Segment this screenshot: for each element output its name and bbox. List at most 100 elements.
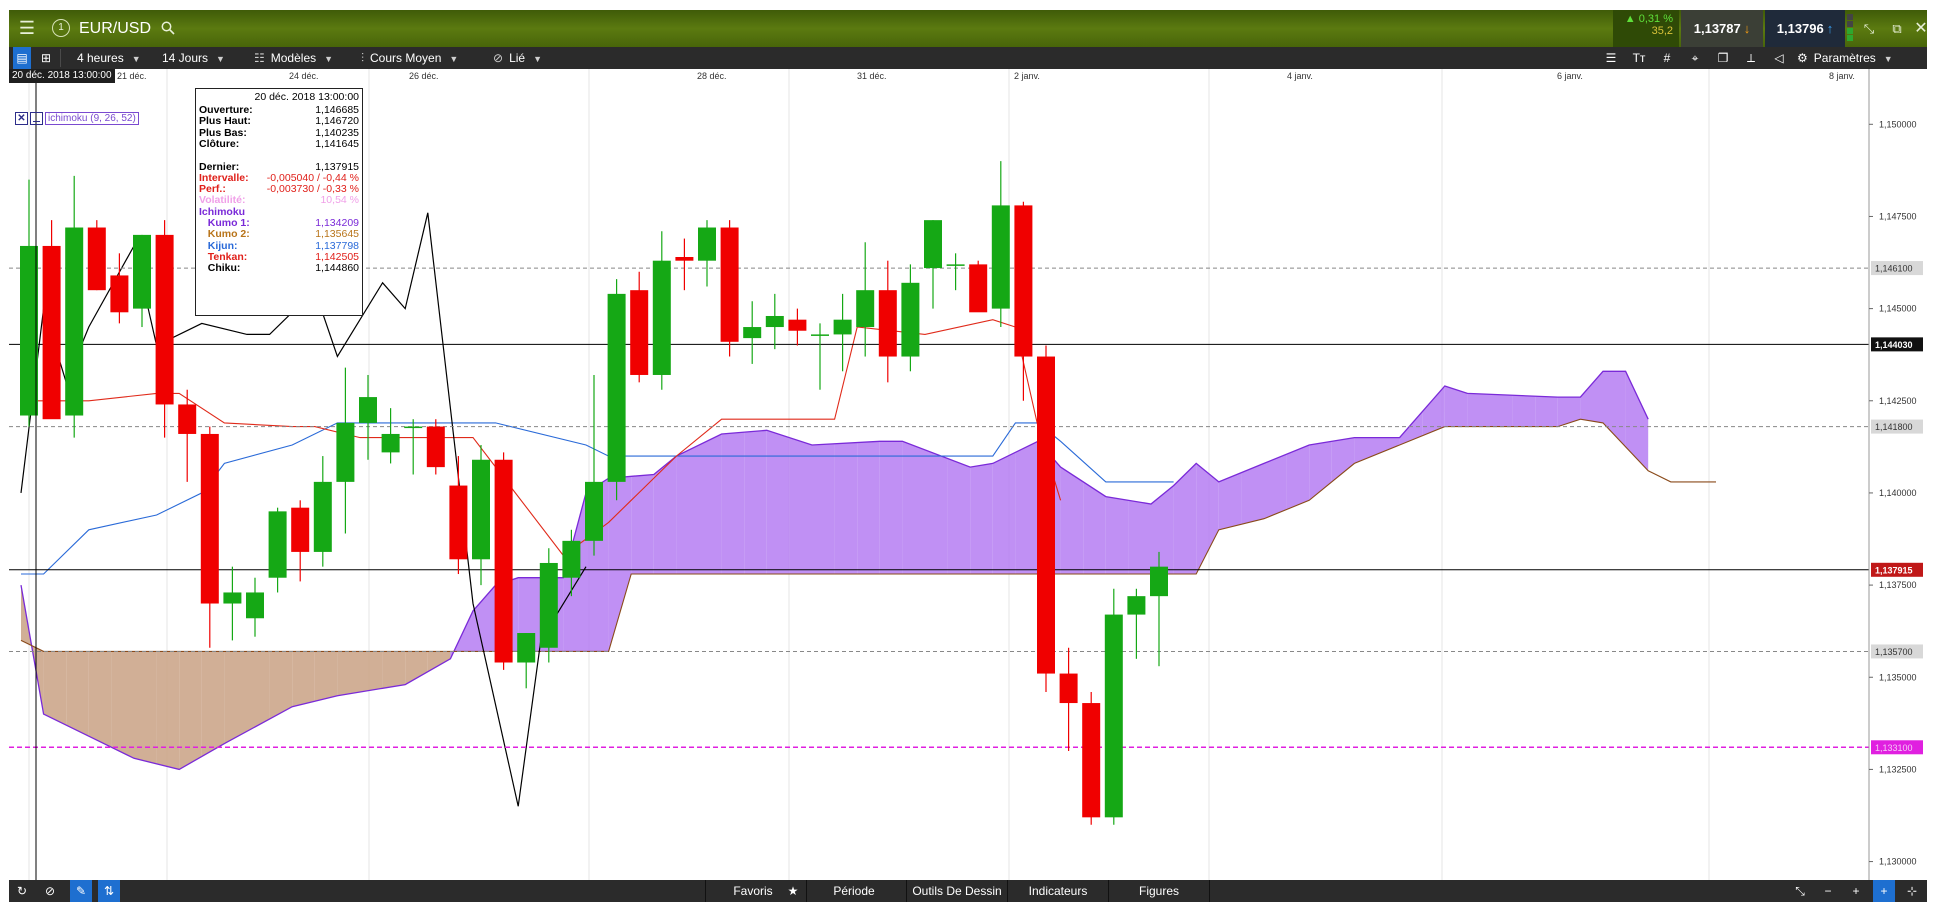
infobox-row-label: Kumo 2: xyxy=(199,228,250,241)
cloud-segment xyxy=(834,442,858,575)
candle-body xyxy=(969,264,988,313)
period-select[interactable]: 14 Jours ▼ xyxy=(162,47,225,69)
cloud-segment xyxy=(111,651,134,759)
price-tick-label: 1,145000 xyxy=(1879,304,1917,314)
infobox-row-label: Ouverture: xyxy=(199,104,253,116)
hamburger-menu-icon[interactable]: ☰ xyxy=(13,10,41,47)
sort-icon[interactable]: ⇅ xyxy=(98,880,120,902)
time-tick-label: 6 janv. xyxy=(1557,71,1583,81)
infobox-row-label: Tenkan: xyxy=(199,250,248,263)
candle-body xyxy=(246,592,264,619)
list-view-icon[interactable]: ▤ xyxy=(13,47,31,69)
cloud-segment xyxy=(812,443,835,575)
cloud-segment xyxy=(1490,394,1513,427)
layout-number-badge[interactable]: 1 xyxy=(52,19,70,37)
chart-type-select[interactable]: ⫶ Cours Moyen ▼ xyxy=(361,47,458,69)
settings-label: Paramètres xyxy=(1813,51,1876,65)
templates-select[interactable]: ☷ Modèles ▼ xyxy=(254,47,333,69)
candle-body xyxy=(155,234,174,405)
candle-body xyxy=(1014,205,1033,357)
cloud-segment xyxy=(1286,445,1310,510)
cloud-segment xyxy=(66,651,89,737)
refresh-icon[interactable]: ↻ xyxy=(11,880,33,902)
candle-body xyxy=(1059,673,1078,704)
candle-body xyxy=(449,485,468,560)
indicator-name[interactable]: ichimoku (9, 26, 52) xyxy=(45,112,139,125)
infobox-row-value: 1,144860 xyxy=(315,262,359,275)
text-size-icon[interactable]: Tт xyxy=(1629,47,1649,69)
cloud-segment xyxy=(676,445,699,575)
star-icon[interactable]: ★ xyxy=(782,880,804,902)
clear-icon[interactable]: ⊘ xyxy=(39,880,61,902)
candle-body xyxy=(291,507,310,552)
price-tick-label: 1,132500 xyxy=(1879,764,1917,774)
eraser-icon[interactable]: ◁ xyxy=(1769,47,1789,69)
cloud-segment xyxy=(1264,454,1287,519)
remove-indicator-icon[interactable]: ✕ xyxy=(15,112,28,125)
grid-icon[interactable]: # xyxy=(1657,47,1677,69)
infobox-row-label: Plus Bas: xyxy=(199,126,247,139)
crosshair-toggle-icon[interactable]: + xyxy=(1873,880,1895,902)
candle-body xyxy=(133,234,151,309)
candle-body xyxy=(359,397,377,423)
cloud-segment xyxy=(247,651,270,732)
cloud-segment xyxy=(1015,441,1038,575)
price-tick-label: 1,130000 xyxy=(1879,857,1917,867)
infobox-row-label: Kijun: xyxy=(199,239,238,252)
scale-icon[interactable]: ☰ xyxy=(1601,47,1621,69)
cloud-segment xyxy=(1512,395,1536,427)
minimize-icon[interactable]: ⤡ xyxy=(1855,10,1883,47)
cloud-segment xyxy=(224,651,247,744)
buy-price-button[interactable]: 1,13796 ↑ xyxy=(1765,10,1845,47)
drawing-tools-button[interactable]: Outils De Dessin xyxy=(907,880,1007,902)
zoom-in-icon[interactable]: + xyxy=(1845,880,1867,902)
price-tick-label: 1,137500 xyxy=(1879,580,1917,590)
close-icon[interactable]: ✕ xyxy=(1907,10,1935,47)
infobox-row-value: 1,146720 xyxy=(315,115,359,128)
candle-body xyxy=(268,511,287,578)
candle-body xyxy=(223,592,242,604)
candle-body xyxy=(720,227,739,342)
indicators-button[interactable]: Indicateurs xyxy=(1008,880,1108,902)
link-select[interactable]: ⊘ Lié ▼ xyxy=(493,47,542,69)
crosshair-icon[interactable]: ⌖ xyxy=(1685,47,1705,69)
time-tick-label: 31 déc. xyxy=(857,71,887,81)
candle-body xyxy=(765,315,784,328)
candle-body xyxy=(178,404,197,434)
interval-select[interactable]: 4 heures ▼ xyxy=(77,47,141,69)
copy-icon[interactable]: ❐ xyxy=(1713,47,1733,69)
resize-icon[interactable]: ⤡ xyxy=(1789,880,1811,902)
figures-button[interactable]: Figures xyxy=(1109,880,1209,902)
grid-view-icon[interactable]: ⊞ xyxy=(37,47,55,69)
cloud-segment xyxy=(902,441,925,575)
price-tick-label: 1,147500 xyxy=(1879,211,1917,221)
expand-icon[interactable]: ⊹ xyxy=(1901,880,1923,902)
symbol-label: EUR/USD xyxy=(79,20,152,37)
search-icon[interactable] xyxy=(161,20,176,36)
pencil-icon[interactable]: ✎ xyxy=(70,880,92,902)
templates-label: Modèles xyxy=(270,51,317,65)
gear-icon: ⚙ xyxy=(1797,51,1808,65)
candle-body xyxy=(1150,566,1168,597)
candle-body xyxy=(87,227,106,291)
candle-body xyxy=(426,426,445,468)
cloud-segment xyxy=(201,651,225,757)
cloud-segment xyxy=(43,651,67,726)
cloud-segment xyxy=(1467,393,1490,427)
pin-icon[interactable]: ⟂ xyxy=(1741,47,1761,69)
symbol-title[interactable]: EUR/USD xyxy=(79,10,176,47)
minimize-indicator-icon[interactable] xyxy=(30,112,43,125)
trading-app: ☰ 1 EUR/USD ▲ 0,31 % 35,2 1,13787 ↓ 1,137… xyxy=(0,0,1936,909)
period-button[interactable]: Période xyxy=(807,880,901,902)
time-tick-label: 24 déc. xyxy=(289,71,319,81)
sell-price-button[interactable]: 1,13787 ↓ xyxy=(1681,10,1763,47)
zoom-out-icon[interactable]: − xyxy=(1817,880,1839,902)
candle-body xyxy=(336,422,355,482)
period-button-label: Période xyxy=(833,884,875,898)
cloud-segment xyxy=(721,432,745,575)
candle-body xyxy=(313,481,332,552)
chevron-down-icon: ▼ xyxy=(131,54,141,64)
candle-body xyxy=(1127,596,1146,615)
settings-button[interactable]: ⚙ Paramètres ▼ xyxy=(1797,47,1893,69)
infobox-row-value: 1,137915 xyxy=(315,160,359,173)
